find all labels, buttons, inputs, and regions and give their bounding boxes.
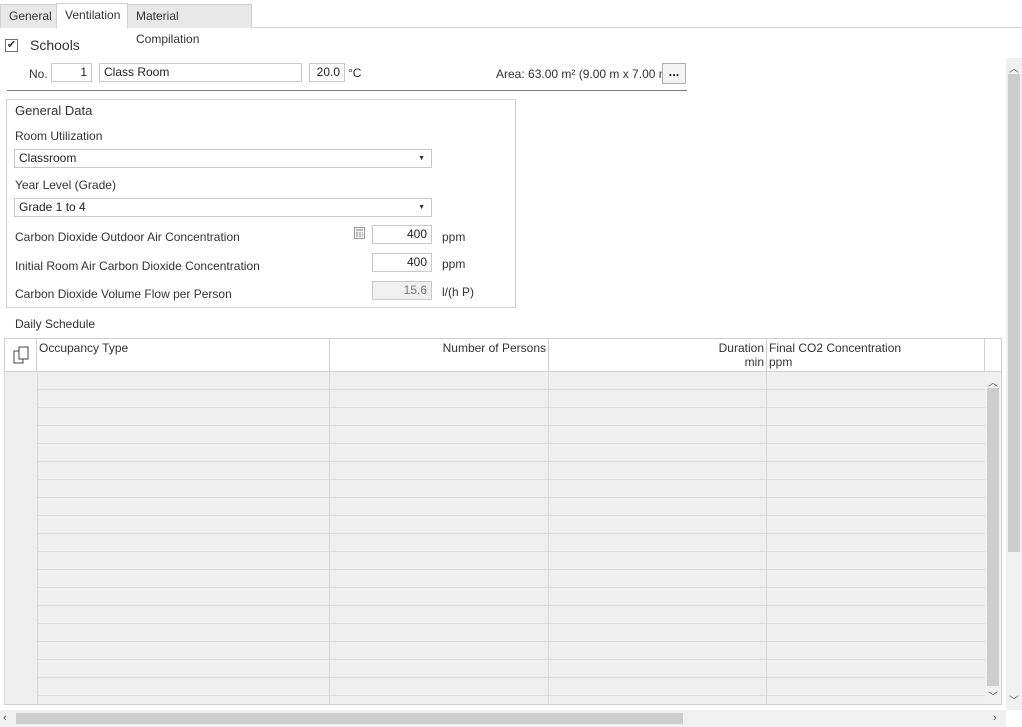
- table-row[interactable]: [37, 552, 985, 570]
- column-duration[interactable]: Duration ppm min: [549, 339, 767, 372]
- room-utilization-label: Room Utilization: [15, 129, 103, 143]
- scroll-up-icon[interactable]: ︿: [986, 374, 1000, 389]
- table-row[interactable]: [37, 390, 985, 408]
- table-row[interactable]: [37, 606, 985, 624]
- tab-bar: General Ventilation Material Compilation: [0, 0, 1022, 46]
- section-title: Schools: [30, 37, 80, 53]
- year-level-label: Year Level (Grade): [15, 178, 116, 192]
- temperature-unit: °C: [348, 66, 362, 80]
- column-occupancy-type-label: Occupancy Type: [39, 341, 129, 355]
- year-level-select[interactable]: Grade 1 to 4 ▼: [14, 198, 432, 217]
- page-horizontal-scrollbar[interactable]: ‹ ›: [0, 710, 1006, 727]
- table-row[interactable]: [37, 444, 985, 462]
- scroll-up-icon[interactable]: ︿: [1007, 60, 1021, 75]
- column-occupancy-type[interactable]: Occupancy Type: [37, 339, 330, 372]
- column-final-co2[interactable]: Final CO2 Concentration ppm: [767, 339, 985, 372]
- table-row[interactable]: [37, 588, 985, 606]
- table-row[interactable]: [37, 642, 985, 660]
- table-row[interactable]: [37, 534, 985, 552]
- schools-checkbox[interactable]: ✔: [5, 39, 18, 52]
- column-duration-label: Duration: [718, 341, 764, 355]
- table-row[interactable]: [37, 372, 985, 390]
- page-vertical-scrollbar[interactable]: ︿ ﹀: [1006, 58, 1022, 710]
- tab-general[interactable]: General: [0, 4, 57, 28]
- table-row[interactable]: [37, 660, 985, 678]
- grid-column-separator: [329, 372, 330, 704]
- table-row[interactable]: [37, 408, 985, 426]
- room-name-field[interactable]: Class Room: [99, 63, 302, 82]
- scroll-left-icon[interactable]: ‹: [3, 712, 7, 724]
- chevron-down-icon: ▼: [418, 204, 425, 211]
- grid-header: Occupancy Type Number of Persons Duratio…: [5, 339, 1001, 372]
- year-level-value: Grade 1 to 4: [19, 200, 86, 214]
- room-utilization-select[interactable]: Classroom ▼: [14, 149, 432, 168]
- grid-vertical-scrollbar[interactable]: ︿ ﹀: [985, 372, 1001, 704]
- column-final-co2-unit: ppm: [769, 355, 793, 369]
- page-hscroll-thumb[interactable]: [16, 713, 683, 724]
- co2-flow-field: 15.6: [372, 281, 432, 300]
- room-utilization-value: Classroom: [19, 151, 77, 165]
- copy-button[interactable]: [5, 339, 37, 372]
- co2-outdoor-label: Carbon Dioxide Outdoor Air Concentration: [15, 230, 240, 244]
- scroll-down-icon[interactable]: ﹀: [986, 688, 1000, 703]
- scroll-right-icon[interactable]: ›: [993, 712, 997, 724]
- grid-column-separator: [37, 372, 38, 704]
- tab-material-compilation[interactable]: Material Compilation: [127, 4, 252, 46]
- table-row[interactable]: [37, 570, 985, 588]
- initial-co2-label: Initial Room Air Carbon Dioxide Concentr…: [15, 259, 260, 273]
- initial-co2-field[interactable]: 400: [372, 253, 432, 272]
- no-label: No.: [29, 67, 48, 81]
- co2-flow-label: Carbon Dioxide Volume Flow per Person: [15, 287, 232, 301]
- page-scroll-thumb[interactable]: [1008, 74, 1020, 552]
- grid-column-separator: [766, 372, 767, 704]
- column-number-of-persons-label: Number of Persons: [442, 341, 546, 355]
- room-number-field[interactable]: 1: [51, 63, 92, 82]
- header-divider: [7, 90, 687, 91]
- column-final-co2-label: Final CO2 Concentration: [769, 341, 902, 355]
- area-details-button[interactable]: ...: [662, 63, 686, 84]
- general-data-title: General Data: [15, 103, 93, 118]
- co2-flow-unit: l/(h P): [442, 285, 475, 299]
- daily-schedule-title: Daily Schedule: [15, 317, 96, 331]
- column-duration-unit-text: min: [744, 355, 764, 369]
- check-icon: ✔: [6, 39, 17, 51]
- table-row[interactable]: [37, 480, 985, 498]
- table-row[interactable]: [37, 462, 985, 480]
- co2-outdoor-field[interactable]: 400: [372, 225, 432, 244]
- table-row[interactable]: [37, 624, 985, 642]
- grid-scroll-thumb[interactable]: [987, 388, 999, 686]
- table-row[interactable]: [37, 498, 985, 516]
- table-row[interactable]: [37, 516, 985, 534]
- tab-ventilation[interactable]: Ventilation: [56, 3, 128, 29]
- chevron-down-icon: ▼: [418, 155, 425, 162]
- schedule-grid: Occupancy Type Number of Persons Duratio…: [4, 338, 1002, 705]
- column-number-of-persons[interactable]: Number of Persons: [330, 339, 549, 372]
- scroll-down-icon[interactable]: ﹀: [1007, 692, 1021, 707]
- copy-icon: [13, 346, 29, 364]
- temperature-field[interactable]: 20.0: [309, 63, 345, 82]
- table-row[interactable]: [37, 426, 985, 444]
- area-text: Area: 63.00 m² (9.00 m x 7.00 m): [496, 67, 673, 81]
- calculator-icon[interactable]: [354, 227, 365, 239]
- co2-outdoor-unit: ppm: [442, 230, 466, 244]
- grid-column-separator: [548, 372, 549, 704]
- initial-co2-unit: ppm: [442, 257, 466, 271]
- table-row[interactable]: [37, 678, 985, 696]
